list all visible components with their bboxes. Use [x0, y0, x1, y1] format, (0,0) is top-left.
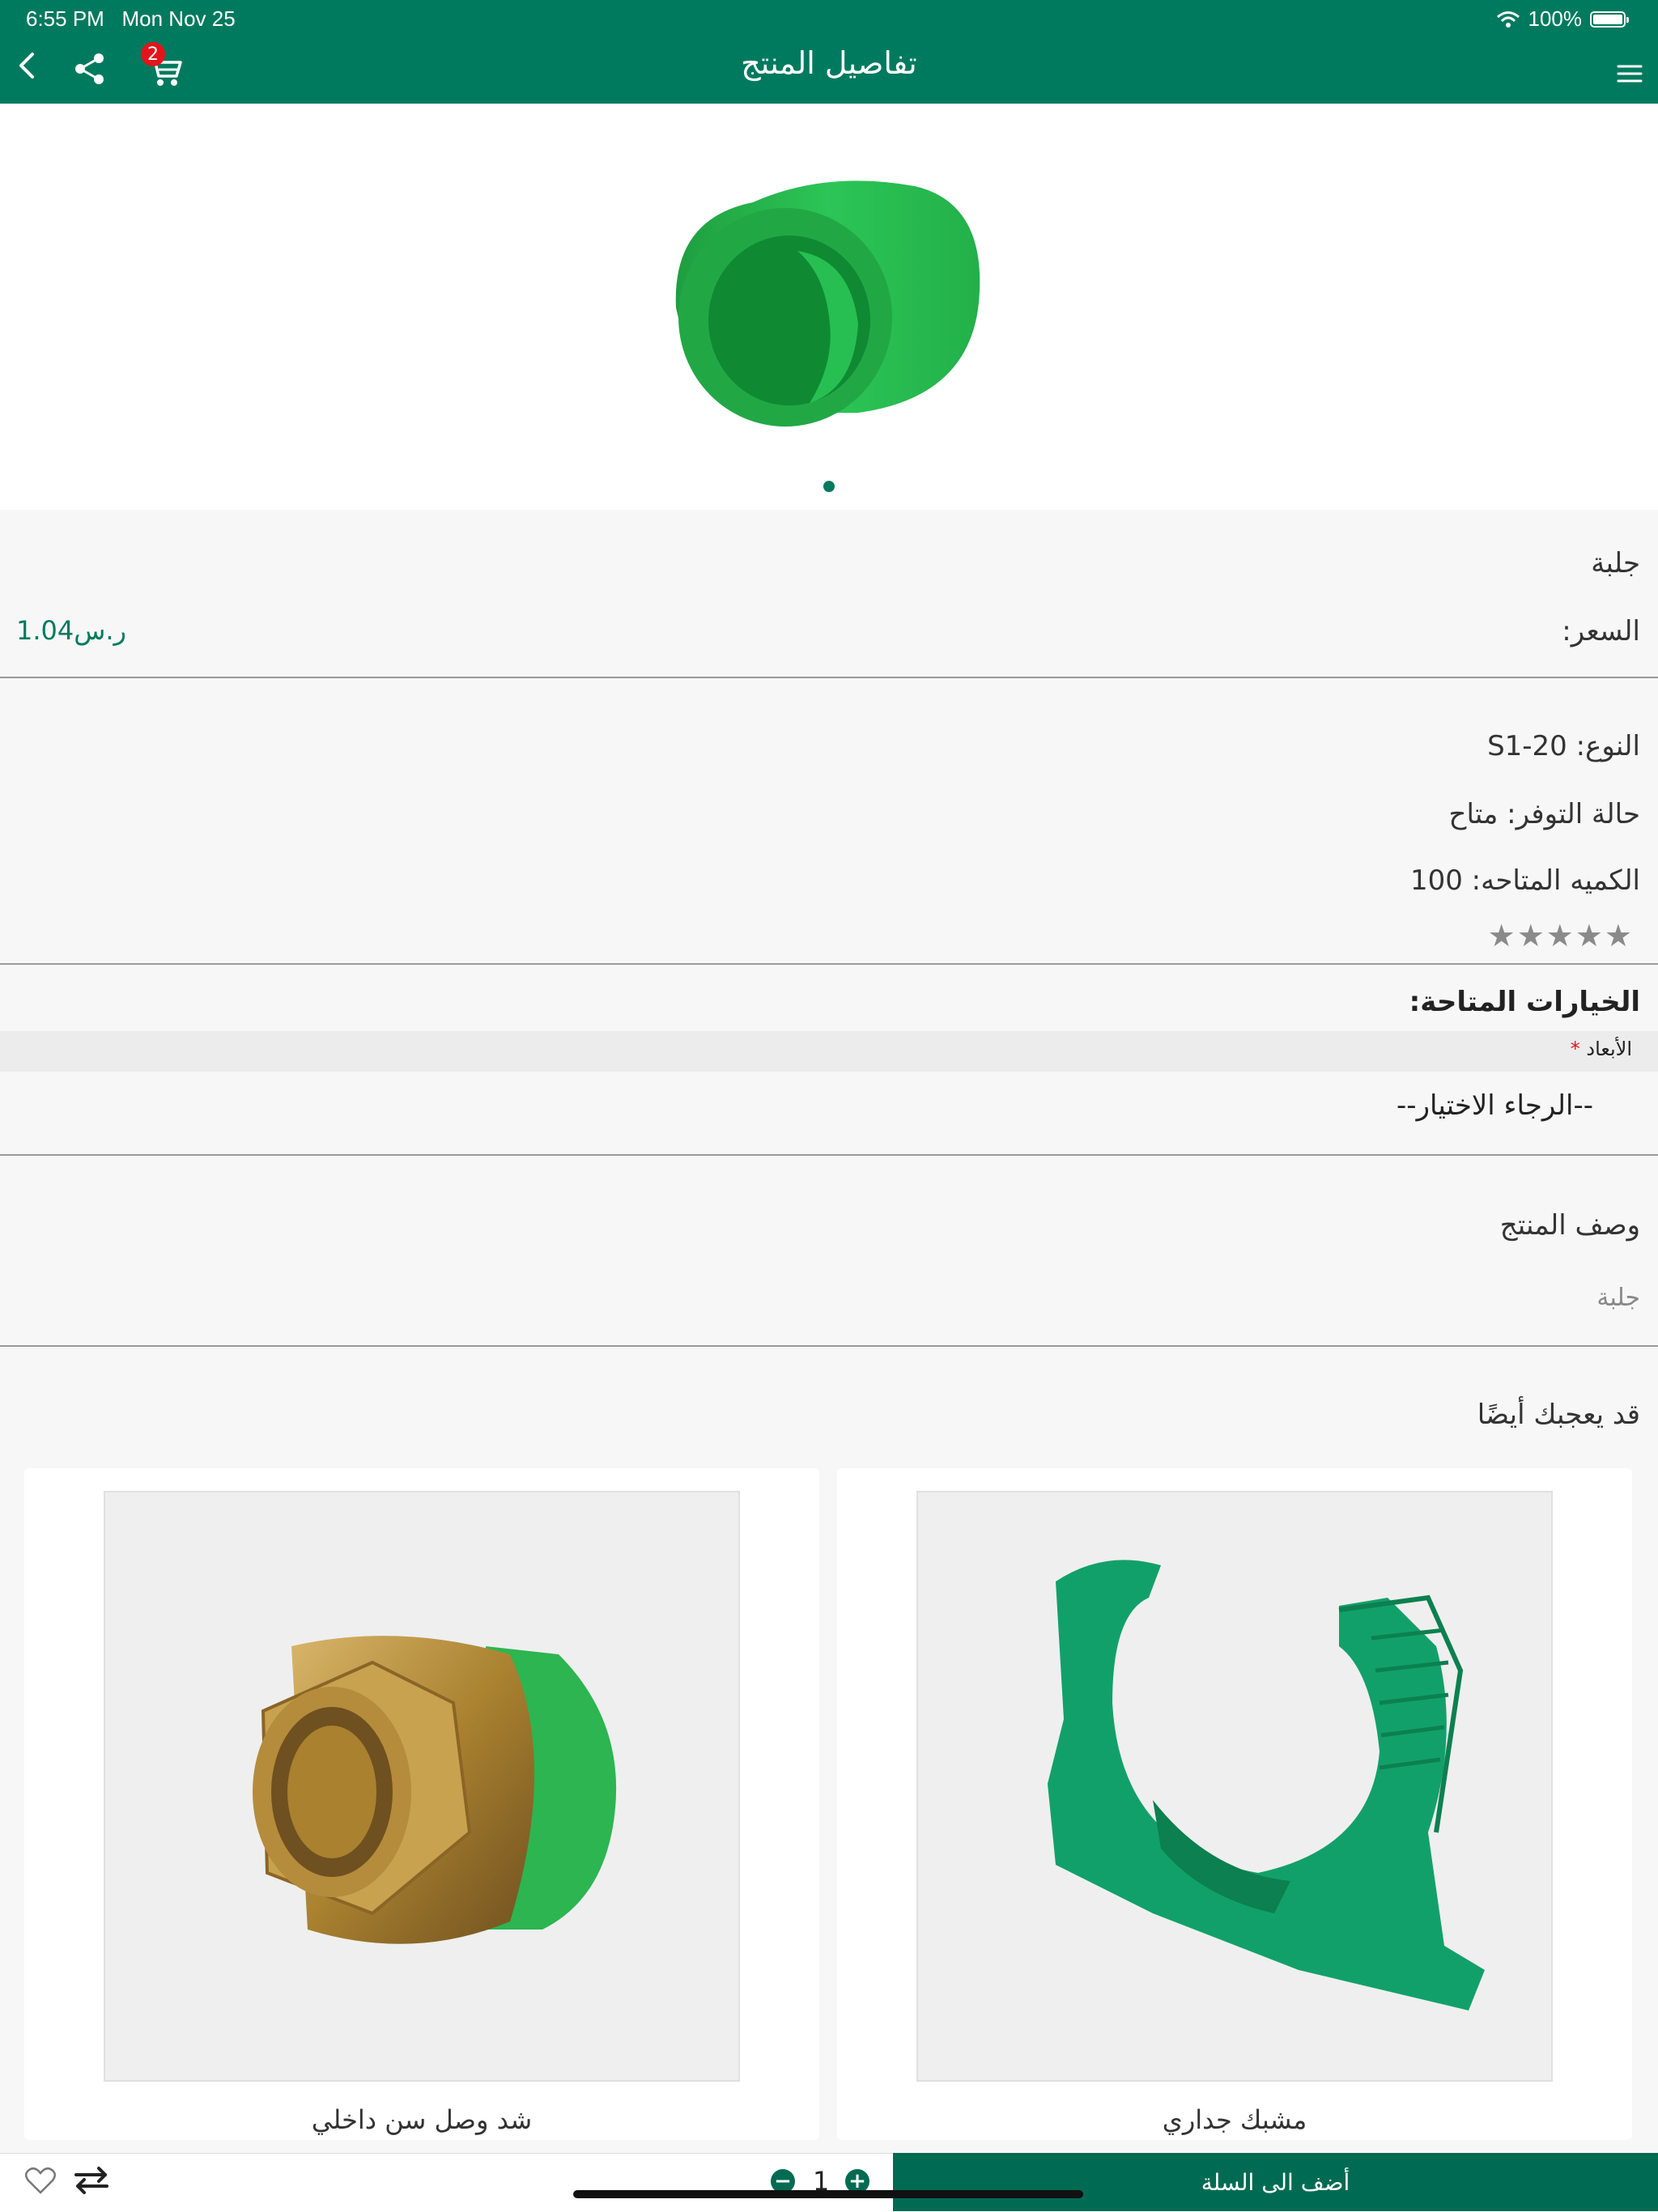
description-heading: وصف المنتج [1499, 1209, 1640, 1242]
hamburger-menu-icon [1617, 65, 1643, 83]
pipe-clip-image [1048, 1560, 1485, 2010]
price-label: السعر: [1562, 615, 1640, 647]
divider [0, 963, 1658, 965]
wishlist-button[interactable] [24, 2166, 57, 2198]
description-text: جلبة [1596, 1284, 1640, 1312]
related-product-name: شد وصل سن داخلي [311, 2104, 533, 2135]
options-heading: الخيارات المتاحة: [1409, 986, 1640, 1018]
wifi-icon [1496, 11, 1520, 28]
dimension-select[interactable]: --الرجاء الاختيار-- [1397, 1089, 1593, 1122]
product-type: النوع: S1-20 [1487, 730, 1640, 762]
dimension-label: الأبعاد [1586, 1038, 1632, 1060]
divider [0, 1345, 1658, 1347]
availability-status: حالة التوفر: متاح [1448, 798, 1640, 830]
add-to-cart-button[interactable]: أضف الى السلة [893, 2153, 1658, 2211]
divider [0, 677, 1658, 678]
product-image-gallery[interactable] [0, 104, 1658, 510]
status-time-value: 6:55 PM [26, 6, 104, 31]
related-product-card[interactable]: مشبك جداري [837, 1468, 1632, 2140]
home-indicator [573, 2190, 1083, 2198]
divider [0, 1154, 1658, 1156]
product-name: جلبة [1591, 547, 1640, 580]
product-price: 1.04ر.س [16, 615, 126, 646]
available-quantity: الكميه المتاحه: 100 [1409, 864, 1640, 897]
status-time: 6:55 PM Mon Nov 25 [26, 6, 236, 32]
brass-union-image [253, 1636, 617, 1944]
related-heading: قد يعجبك أيضًا [1477, 1399, 1640, 1431]
menu-button[interactable] [1609, 53, 1650, 94]
product-image [675, 180, 980, 427]
status-date: Mon Nov 25 [121, 6, 236, 31]
related-product-card[interactable]: شد وصل سن داخلي [24, 1468, 819, 2140]
related-product-image [916, 1491, 1553, 2082]
top-bar: 6:55 PM Mon Nov 25 100% 2 تفاصيل المنتج [0, 0, 1658, 104]
rating-stars: ★★★★★ [1487, 918, 1634, 953]
related-product-name: مشبك جداري [1162, 2104, 1307, 2135]
heart-icon [25, 2167, 56, 2194]
dimension-label-wrap: الأبعاد * [1571, 1038, 1632, 1060]
compare-arrows-icon [74, 2167, 108, 2194]
dimension-option-label-row: الأبعاد * [0, 1031, 1658, 1072]
status-indicators: 100% [1496, 6, 1629, 32]
related-product-image [104, 1491, 740, 2082]
battery-percent: 100% [1528, 6, 1583, 31]
gallery-page-indicator[interactable] [823, 481, 835, 492]
page-title: تفاصيل المنتج [741, 45, 917, 81]
compare-button[interactable] [73, 2166, 110, 2198]
required-mark: * [1570, 1038, 1580, 1060]
battery-icon [1590, 11, 1629, 28]
